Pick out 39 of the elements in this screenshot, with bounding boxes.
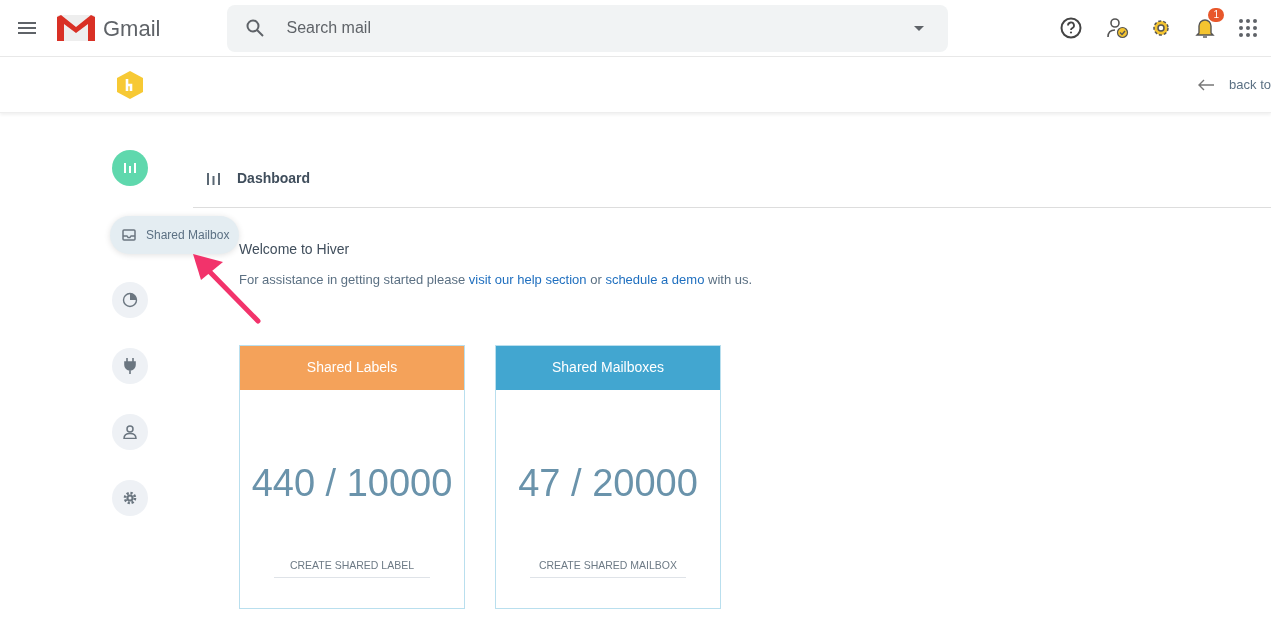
sidebar-item[interactable]: Shared Mailbox [110, 216, 240, 254]
count-value: 440 / 10000 [250, 461, 454, 507]
welcome-heading: Welcome to Hiver [239, 240, 351, 259]
bell-icon[interactable] [1195, 17, 1215, 39]
sidebar-item[interactable] [112, 480, 148, 516]
help-icon[interactable] [1060, 17, 1082, 39]
create-link[interactable]: CREATE SHARED LABEL [274, 557, 430, 578]
demo-link[interactable]: schedule a demo [605, 272, 705, 287]
search-icon[interactable] [246, 19, 265, 37]
sidebar-item[interactable] [112, 282, 148, 318]
settings-icon[interactable] [1150, 17, 1172, 39]
notification-count: 1 [1208, 8, 1224, 22]
pie-chart-icon [122, 292, 138, 308]
search-field[interactable]: Search mail [284, 15, 915, 41]
caret-icon[interactable] [914, 25, 925, 31]
create-link[interactable]: CREATE SHARED MAILBOX [530, 557, 686, 578]
user-check-icon[interactable] [1107, 17, 1129, 39]
envelope-logo-icon[interactable] [57, 15, 95, 41]
count-value: 47 / 20000 [517, 461, 699, 507]
assistance-text: For assistance in getting started please visit our help section or schedule a demo with us. [239, 271, 754, 289]
bar-chart-icon [207, 172, 220, 185]
search-bar[interactable]: Search mail [227, 4, 949, 52]
back-arrow-icon[interactable] [1197, 78, 1216, 91]
bar-chart-icon [124, 163, 136, 173]
app-name: Gmail [103, 14, 161, 43]
help-link[interactable]: visit our help section [468, 272, 587, 287]
user-icon [123, 425, 137, 439]
menu-icon[interactable] [18, 22, 36, 34]
apps-grid-icon[interactable] [1239, 19, 1257, 37]
plug-icon [124, 358, 136, 374]
settings-icon [123, 491, 137, 505]
sidebar-item[interactable] [112, 414, 148, 450]
card-header: Shared Labels [240, 345, 464, 390]
sidebar-item[interactable] [112, 348, 148, 384]
page-title: Dashboard [237, 169, 311, 188]
inbox-tray-icon [122, 229, 136, 241]
annotation-arrow [193, 254, 261, 324]
card-header: Shared Mailboxes [496, 345, 720, 390]
back-link[interactable]: back to [1229, 74, 1271, 95]
